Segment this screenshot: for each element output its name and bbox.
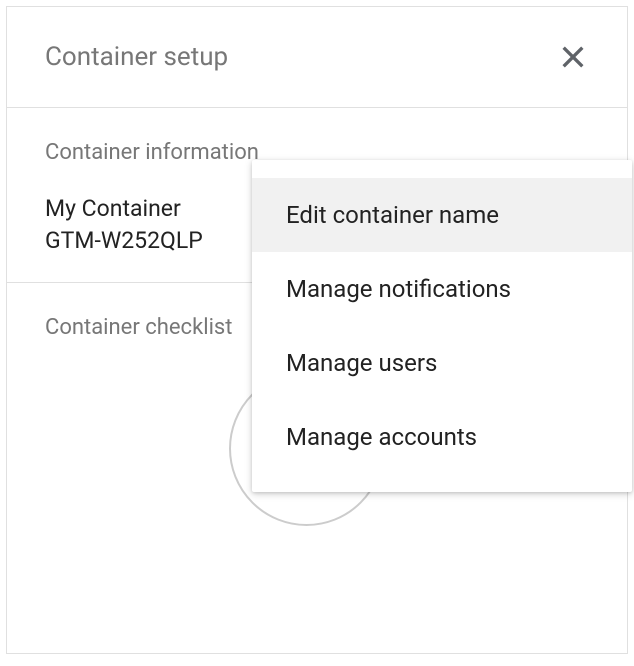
panel-header: Container setup [7,7,627,108]
menu-item-edit-container-name[interactable]: Edit container name [252,178,632,252]
menu-item-manage-users[interactable]: Manage users [252,326,632,400]
container-setup-panel: Container setup Container information My… [6,6,628,654]
context-menu: Edit container name Manage notifications… [252,160,632,492]
close-icon [557,41,589,73]
panel-title: Container setup [45,42,228,72]
menu-item-manage-accounts[interactable]: Manage accounts [252,400,632,474]
menu-item-manage-notifications[interactable]: Manage notifications [252,252,632,326]
close-button[interactable] [553,37,593,77]
